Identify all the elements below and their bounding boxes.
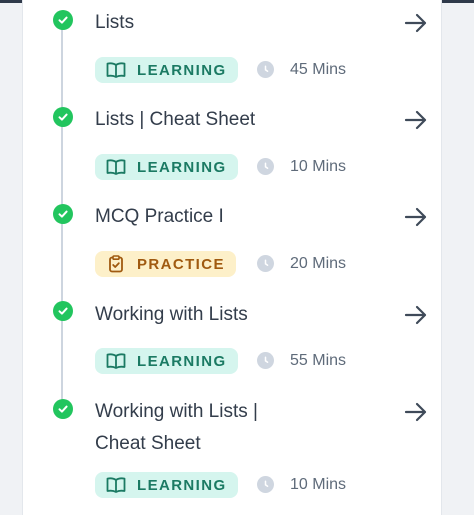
badge-label: LEARNING [137, 352, 227, 370]
book-icon [106, 158, 126, 176]
arrow-right-icon[interactable] [402, 302, 430, 328]
learning-badge: LEARNING [95, 154, 238, 180]
completed-check-icon [53, 204, 73, 224]
clipboard-check-icon [106, 255, 126, 273]
arrow-right-icon[interactable] [402, 399, 430, 425]
duration-text: 45 Mins [290, 61, 347, 78]
completed-check-icon [53, 399, 73, 419]
book-icon [106, 61, 126, 79]
book-icon [106, 352, 126, 370]
completed-check-icon [53, 107, 73, 127]
item-title[interactable]: Lists | Cheat Sheet [95, 104, 335, 135]
badge-label: LEARNING [137, 61, 227, 79]
item-title-line-1[interactable]: Working with Lists | [95, 396, 335, 427]
arrow-right-icon[interactable] [402, 204, 430, 230]
duration-text: 20 Mins [290, 255, 347, 272]
clock-icon [257, 255, 274, 272]
duration-text: 10 Mins [290, 158, 347, 175]
arrow-right-icon[interactable] [402, 107, 430, 133]
learning-badge: LEARNING [95, 472, 238, 498]
badge-label: LEARNING [137, 476, 227, 494]
practice-badge: PRACTICE [95, 251, 236, 277]
duration-text: 10 Mins [290, 476, 347, 493]
clock-icon [257, 158, 274, 175]
item-title[interactable]: Lists [95, 7, 335, 38]
clock-icon [257, 61, 274, 78]
learning-badge: LEARNING [95, 57, 238, 83]
clock-icon [257, 476, 274, 493]
completed-check-icon [53, 10, 73, 30]
item-title-line-2[interactable]: Cheat Sheet [95, 428, 335, 459]
completed-check-icon [53, 301, 73, 321]
learning-badge: LEARNING [95, 348, 238, 374]
book-icon [106, 476, 126, 494]
badge-label: LEARNING [137, 158, 227, 176]
arrow-right-icon[interactable] [402, 10, 430, 36]
item-title[interactable]: MCQ Practice I [95, 201, 335, 232]
clock-icon [257, 352, 274, 369]
item-title[interactable]: Working with Lists [95, 299, 335, 330]
badge-label: PRACTICE [137, 255, 225, 273]
duration-text: 55 Mins [290, 352, 347, 369]
